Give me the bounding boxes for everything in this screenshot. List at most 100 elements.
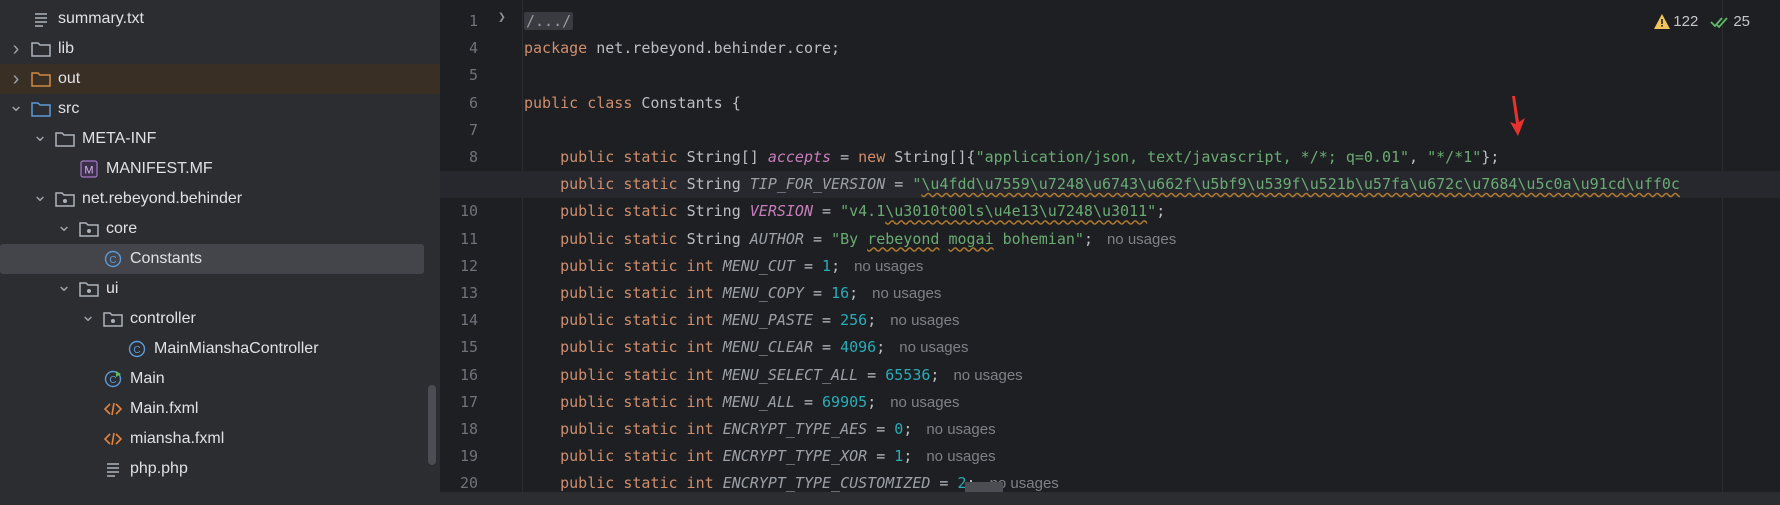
usage-hint[interactable]: no usages bbox=[872, 285, 941, 302]
code-editor[interactable]: 14567891011121314151617181920 ❯ /.../pac… bbox=[440, 0, 1780, 492]
chevron-down-icon[interactable]: ⌄ bbox=[56, 216, 72, 234]
tree-item-out[interactable]: › out bbox=[0, 64, 440, 94]
code-line[interactable]: public static String VERSION = "v4.1\u30… bbox=[524, 198, 1165, 225]
code-token: Constants { bbox=[641, 93, 741, 112]
code-token: public class bbox=[524, 93, 642, 112]
horizontal-scrollbar[interactable] bbox=[965, 482, 1003, 492]
usage-hint[interactable]: no usages bbox=[899, 339, 968, 356]
code-line[interactable]: public class Constants { bbox=[524, 90, 741, 117]
tree-item-php-php[interactable]: ›php.php bbox=[0, 454, 440, 484]
warnings-count: 122 bbox=[1673, 13, 1699, 30]
code-token: public static int bbox=[524, 474, 723, 492]
project-tree[interactable]: ›summary.txt›lib›out ⌄ src ⌄ META-INF ›MMANIF… bbox=[0, 0, 440, 492]
tree-item-net-rebeyond-behinder[interactable]: ⌄ net.rebeyond.behinder bbox=[0, 184, 440, 214]
code-token: \u4fdd\u7559\u7248\u6743\u662f\u5bf9\u53… bbox=[921, 175, 1680, 194]
code-line[interactable]: public static int ENCRYPT_TYPE_XOR = 1; n… bbox=[524, 443, 995, 470]
tree-item-miansha-fxml[interactable]: ›miansha.fxml bbox=[0, 424, 440, 454]
usage-hint[interactable]: no usages bbox=[1107, 231, 1176, 248]
code-token: = bbox=[803, 284, 832, 302]
tree-scrollbar[interactable] bbox=[428, 385, 436, 465]
code-line[interactable]: public static int ENCRYPT_TYPE_AES = 0; n… bbox=[524, 416, 995, 443]
line-number: 5 bbox=[468, 66, 478, 85]
code-token: 65536 bbox=[885, 365, 931, 384]
code-line[interactable]: /.../ bbox=[524, 8, 574, 35]
usage-hint[interactable]: no usages bbox=[890, 312, 959, 329]
code-token: String bbox=[686, 229, 750, 248]
weak-warnings-indicator[interactable]: 25 bbox=[1710, 13, 1750, 30]
code-token: ; bbox=[867, 311, 877, 330]
warnings-indicator[interactable]: 122 bbox=[1654, 13, 1698, 30]
code-line[interactable]: public static int MENU_COPY = 16; no usag… bbox=[524, 280, 941, 307]
code-line[interactable]: public static int MENU_CUT = 1; no usages bbox=[524, 253, 923, 280]
chevron-right-icon[interactable]: › bbox=[8, 38, 24, 61]
tree-item-label: ui bbox=[106, 280, 119, 297]
code-token: = bbox=[813, 311, 841, 330]
code-line[interactable]: public static int MENU_ALL = 69905; no us… bbox=[524, 389, 959, 416]
usage-hint[interactable]: no usages bbox=[926, 448, 995, 465]
code-line[interactable]: public static int MENU_PASTE = 256; no us… bbox=[524, 307, 959, 334]
package-icon bbox=[78, 219, 100, 239]
chevron-down-icon[interactable]: ⌄ bbox=[8, 96, 24, 114]
folder-icon bbox=[54, 129, 76, 149]
code-token: = bbox=[813, 202, 841, 221]
fxml-file-icon bbox=[102, 399, 124, 419]
line-number: 16 bbox=[459, 365, 478, 384]
code-token: \u3010t00ls bbox=[885, 202, 985, 221]
package-icon bbox=[102, 309, 124, 329]
usage-hint[interactable]: no usages bbox=[890, 394, 959, 411]
tree-item-meta-inf[interactable]: ⌄ META-INF bbox=[0, 124, 440, 154]
code-token: ; bbox=[876, 338, 886, 357]
code-line[interactable]: public static String[] accepts = new Str… bbox=[524, 144, 1499, 171]
tree-item-label: src bbox=[58, 100, 80, 117]
chevron-down-icon[interactable]: ⌄ bbox=[80, 306, 96, 324]
code-token: public static int bbox=[524, 365, 723, 384]
warning-icon bbox=[1654, 14, 1671, 29]
tree-item-main[interactable]: ›CMain bbox=[0, 364, 440, 394]
usage-hint[interactable]: no usages bbox=[926, 421, 995, 438]
usage-hint[interactable]: no usages bbox=[854, 258, 923, 275]
tree-item-controller[interactable]: ⌄ controller bbox=[0, 304, 440, 334]
usage-hint[interactable]: no usages bbox=[953, 367, 1022, 384]
fxml-file-icon bbox=[102, 429, 124, 449]
tree-item-main-fxml[interactable]: ›Main.fxml bbox=[0, 394, 440, 424]
tree-item-src[interactable]: ⌄ src bbox=[0, 94, 440, 124]
red-arrow-annotation bbox=[1510, 96, 1525, 136]
tree-item-core[interactable]: ⌄ core bbox=[0, 214, 440, 244]
code-line[interactable]: public static int MENU_CLEAR = 4096; no u… bbox=[524, 334, 968, 361]
code-token: ENCRYPT_TYPE_XOR bbox=[722, 447, 868, 466]
code-token: = bbox=[831, 148, 859, 166]
chevron-right-icon[interactable]: › bbox=[8, 68, 24, 91]
inspection-widget[interactable]: 122 25 bbox=[1654, 13, 1750, 30]
tree-item-manifest-mf[interactable]: ›MMANIFEST.MF bbox=[0, 154, 440, 184]
fold-chevron-icon[interactable]: ❯ bbox=[498, 10, 506, 25]
chevron-down-icon[interactable]: ⌄ bbox=[32, 186, 48, 204]
code-token: ENCRYPT_TYPE_AES bbox=[722, 420, 868, 438]
code-token: mogai bbox=[948, 229, 994, 248]
code-token: package bbox=[524, 39, 597, 58]
tree-item-label: META-INF bbox=[82, 130, 157, 147]
tree-item-constants[interactable]: ›CConstants bbox=[0, 244, 440, 274]
tree-item-summary-txt[interactable]: ›summary.txt bbox=[0, 4, 440, 34]
code-line[interactable]: public static String TIP_FOR_VERSION = "… bbox=[524, 171, 1680, 198]
code-token: MENU_COPY bbox=[722, 284, 804, 302]
tree-item-mainmianshacontroller[interactable]: ›CMainMianshaController bbox=[0, 334, 440, 364]
tree-item-lib[interactable]: › lib bbox=[0, 34, 440, 64]
code-token: = bbox=[930, 474, 958, 492]
selection-highlight bbox=[0, 244, 424, 274]
chevron-down-icon[interactable]: ⌄ bbox=[56, 276, 72, 294]
code-token: ENCRYPT_TYPE_CUSTOMIZED bbox=[722, 474, 931, 492]
line-number: 13 bbox=[459, 284, 478, 302]
code-token: 69905 bbox=[822, 392, 868, 411]
code-token: accepts bbox=[767, 148, 832, 166]
tree-item-ui[interactable]: ⌄ ui bbox=[0, 274, 440, 304]
folder-excluded-icon bbox=[30, 69, 52, 89]
code-token: public static int bbox=[524, 338, 723, 357]
code-token: rebeyond bbox=[867, 229, 940, 248]
chevron-down-icon[interactable]: ⌄ bbox=[32, 126, 48, 144]
code-line[interactable]: public static String AUTHOR = "By rebeyo… bbox=[524, 226, 1176, 253]
code-token: , bbox=[1409, 148, 1428, 166]
code-line[interactable]: public static int MENU_SELECT_ALL = 6553… bbox=[524, 362, 1023, 389]
code-token: AUTHOR bbox=[749, 229, 804, 248]
line-number: 12 bbox=[459, 256, 478, 275]
code-line[interactable]: package net.rebeyond.behinder.core; bbox=[524, 35, 840, 62]
